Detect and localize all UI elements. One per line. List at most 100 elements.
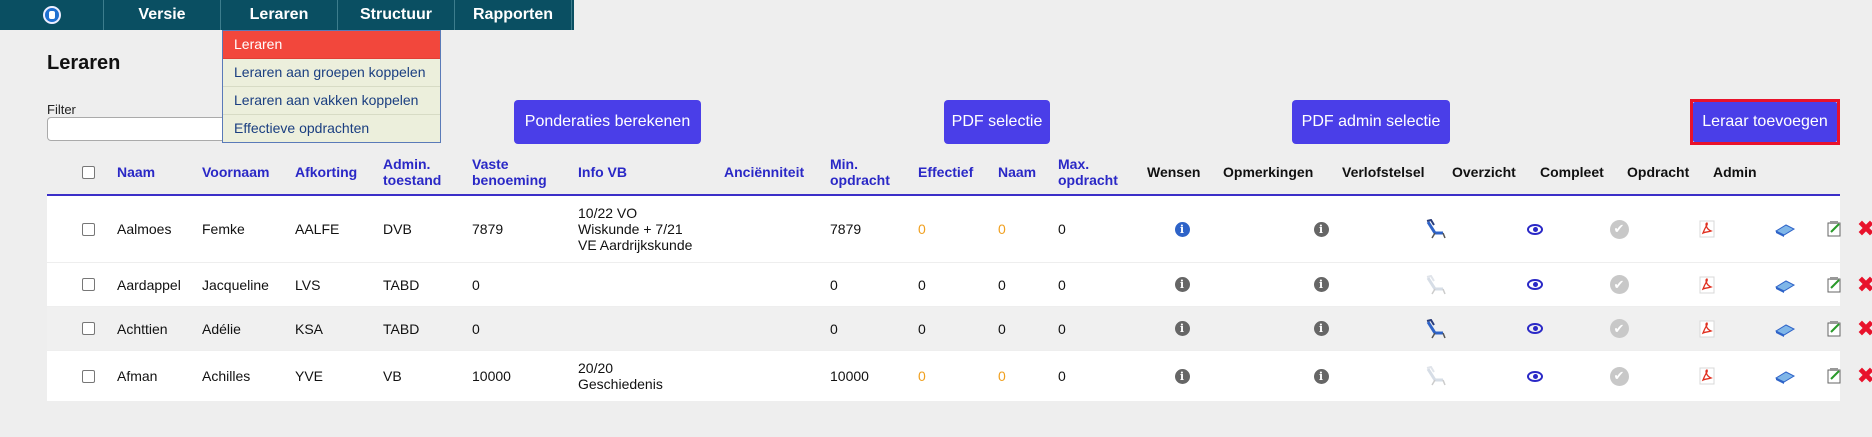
book-icon[interactable] xyxy=(1774,321,1796,337)
col-effectief[interactable]: Effectief xyxy=(918,150,973,194)
eye-pupil xyxy=(1532,282,1538,287)
beach-chair-icon[interactable] xyxy=(1425,318,1447,339)
info-icon[interactable]: i xyxy=(1313,368,1329,384)
cell-naam: Aalmoes xyxy=(117,221,172,237)
delete-icon[interactable]: ✖ xyxy=(1857,317,1872,339)
cell-eff: 0 xyxy=(918,221,926,237)
cell-wensen: i xyxy=(1172,196,1192,262)
cell-max: 0 xyxy=(1058,276,1066,293)
row-checkbox[interactable] xyxy=(82,278,95,291)
row-checkbox[interactable] xyxy=(82,222,95,236)
book-icon[interactable] xyxy=(1774,221,1796,237)
cell-max: 0 xyxy=(1058,368,1066,384)
cell-vaste: 10000 xyxy=(472,368,511,384)
edit-icon[interactable] xyxy=(1827,320,1843,338)
logo[interactable] xyxy=(0,0,104,30)
col-max-opdracht[interactable]: Max. opdracht xyxy=(1058,150,1118,194)
col-min-opdracht[interactable]: Min. opdracht xyxy=(830,150,890,194)
cell-admin xyxy=(1774,196,1796,262)
pdf-icon[interactable] xyxy=(1699,367,1715,385)
menu-item-vakken-koppelen[interactable]: Leraren aan vakken koppelen xyxy=(223,87,440,115)
col-naam[interactable]: Naam xyxy=(117,150,155,194)
pdf-selectie-button[interactable]: PDF selectie xyxy=(944,100,1050,144)
table-row: Afman Achilles YVE VB 10000 20/20 Geschiedeni… xyxy=(47,351,1872,402)
row-checkbox[interactable] xyxy=(82,322,95,335)
menu-item-groepen-koppelen[interactable]: Leraren aan groepen koppelen xyxy=(223,59,440,87)
cell-min: 10000 xyxy=(830,368,869,384)
cell-vaste: 0 xyxy=(472,320,480,337)
col-naam-2[interactable]: Naam xyxy=(998,150,1036,194)
info-icon[interactable]: i xyxy=(1174,321,1190,336)
col-admin-toestand[interactable]: Admin. toestand xyxy=(383,150,441,194)
info-icon[interactable]: i xyxy=(1313,277,1329,292)
pdf-admin-selectie-button[interactable]: PDF admin selectie xyxy=(1292,100,1450,144)
book-icon[interactable] xyxy=(1774,277,1796,293)
col-afkorting[interactable]: Afkorting xyxy=(295,150,357,194)
info-icon[interactable]: i xyxy=(1174,368,1190,384)
edit-icon[interactable] xyxy=(1827,220,1843,238)
cell-naam2: 0 xyxy=(998,276,1006,293)
nav-item-versie[interactable]: Versie xyxy=(104,0,221,30)
eye-icon[interactable] xyxy=(1527,279,1543,290)
col-info-vb[interactable]: Info VB xyxy=(578,150,627,194)
cell-afkorting: AALFE xyxy=(295,221,340,237)
nav-item-rapporten[interactable]: Rapporten xyxy=(455,0,572,30)
pdf-icon[interactable] xyxy=(1699,220,1715,238)
ponderaties-button[interactable]: Ponderaties berekenen xyxy=(514,100,701,144)
col-vaste-benoeming[interactable]: Vaste benoeming xyxy=(472,150,547,194)
cell-naam: Achttien xyxy=(117,320,168,337)
cell-admin: TABD xyxy=(383,276,420,293)
delete-icon[interactable]: ✖ xyxy=(1857,218,1872,240)
delete-icon[interactable]: ✖ xyxy=(1857,365,1872,387)
cell-eff: 0 xyxy=(918,320,926,337)
book-icon[interactable] xyxy=(1774,368,1796,384)
cell-opmerkingen: i xyxy=(1311,196,1331,262)
cell-naam: Aardappel xyxy=(117,276,181,293)
filter-input[interactable] xyxy=(47,117,243,141)
cell-edit xyxy=(1826,307,1844,350)
cell-admin xyxy=(1774,351,1796,401)
beach-chair-icon[interactable] xyxy=(1425,366,1447,386)
select-all-checkbox[interactable] xyxy=(82,165,95,179)
cell-compleet: ✔ xyxy=(1609,196,1629,262)
eye-icon[interactable] xyxy=(1527,370,1543,382)
cell-min: 0 xyxy=(830,276,838,293)
delete-icon[interactable]: ✖ xyxy=(1857,273,1872,295)
col-voornaam[interactable]: Voornaam xyxy=(202,150,269,194)
pdf-icon[interactable] xyxy=(1699,276,1715,294)
col-ancienniteit[interactable]: Anciënniteit xyxy=(724,150,804,194)
edit-icon[interactable] xyxy=(1827,276,1843,294)
nav-item-leraren[interactable]: Leraren xyxy=(221,0,338,30)
table-row: Aalmoes Femke AALFE DVB 7879 10/22 VO Wiskund… xyxy=(47,196,1872,263)
cell-admin: TABD xyxy=(383,320,420,337)
menu-item-effectieve-opdrachten[interactable]: Effectieve opdrachten xyxy=(223,115,440,142)
info-icon[interactable]: i xyxy=(1174,277,1190,292)
info-icon[interactable]: i xyxy=(1313,221,1329,237)
cell-naam2: 0 xyxy=(998,221,1006,237)
cell-verlofstelsel xyxy=(1424,307,1448,350)
menu-item-leraren[interactable]: Leraren xyxy=(223,31,440,59)
info-icon[interactable]: i xyxy=(1313,321,1329,336)
cell-opdracht xyxy=(1697,307,1717,350)
cell-min: 7879 xyxy=(830,221,862,237)
cell-verlofstelsel xyxy=(1424,263,1448,306)
col-verlofstelsel: Verlofstelsel xyxy=(1342,164,1425,180)
row-checkbox-cell xyxy=(82,196,95,262)
pdf-icon[interactable] xyxy=(1699,320,1715,338)
info-icon[interactable]: i xyxy=(1174,221,1190,237)
eye-icon[interactable] xyxy=(1527,323,1543,334)
beach-chair-icon[interactable] xyxy=(1425,219,1447,239)
eye-pupil xyxy=(1532,226,1538,232)
nav-item-structuur[interactable]: Structuur xyxy=(338,0,455,30)
cell-overzicht xyxy=(1525,307,1545,350)
edit-icon[interactable] xyxy=(1827,367,1843,385)
row-checkbox[interactable] xyxy=(82,369,95,383)
leraar-toevoegen-button[interactable]: Leraar toevoegen xyxy=(1693,102,1837,142)
row-checkbox-cell xyxy=(82,351,95,401)
col-overzicht: Overzicht xyxy=(1452,164,1516,180)
beach-chair-icon[interactable] xyxy=(1425,274,1447,295)
page-title: Leraren xyxy=(47,52,121,74)
eye-icon[interactable] xyxy=(1527,223,1543,235)
cell-info: 20/20 Geschiedenis xyxy=(578,360,663,392)
cell-overzicht xyxy=(1525,351,1545,401)
